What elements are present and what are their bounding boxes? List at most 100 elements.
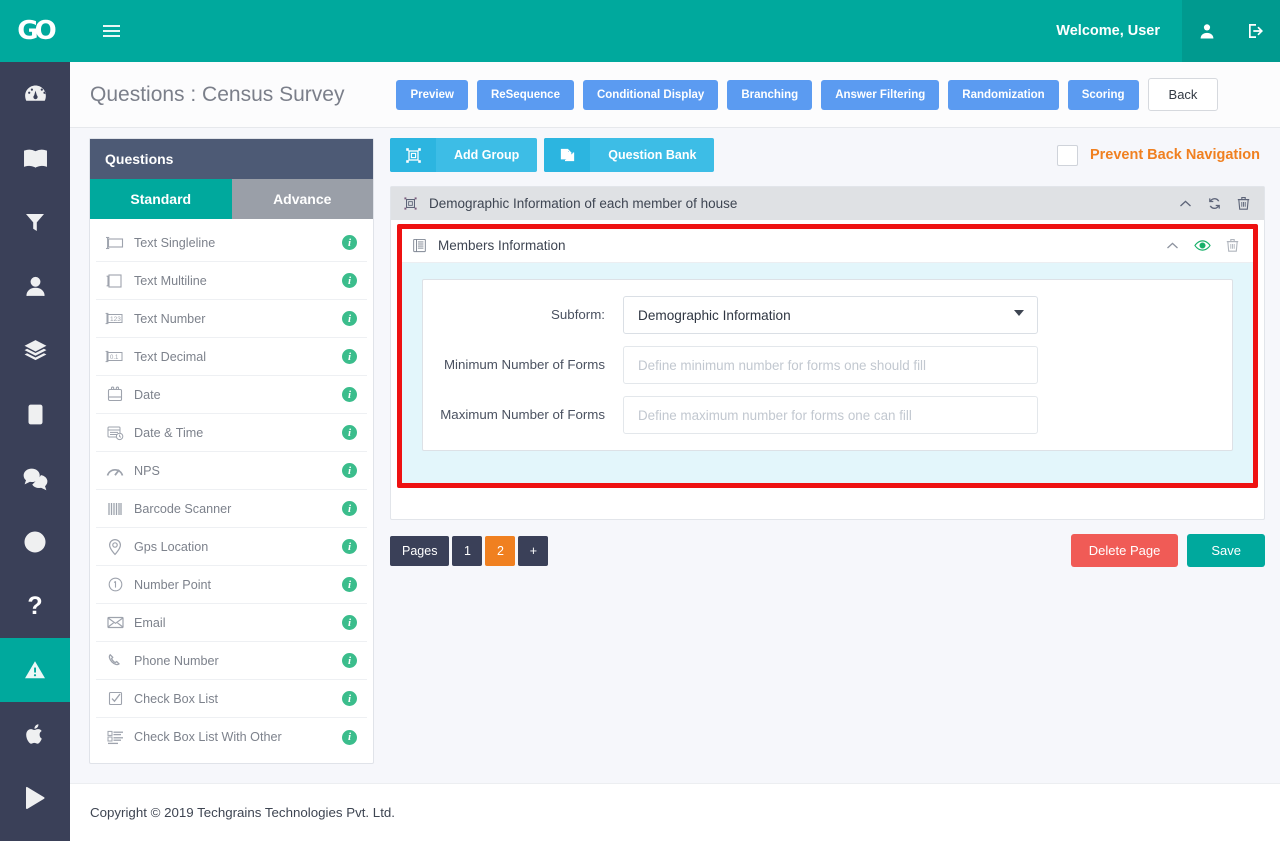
prevent-back-navigation-label: Prevent Back Navigation: [1089, 147, 1260, 163]
info-icon[interactable]: i: [342, 463, 357, 478]
list-item-number-point[interactable]: Number Point i: [96, 566, 367, 604]
info-icon[interactable]: i: [342, 615, 357, 630]
save-button[interactable]: Save: [1187, 534, 1265, 567]
page-header: Questions : Census Survey Preview ReSequ…: [70, 62, 1280, 128]
info-icon[interactable]: i: [342, 539, 357, 554]
add-group-button[interactable]: Add Group: [390, 138, 538, 172]
group-frame-icon: [390, 138, 436, 172]
checkbox-icon: [100, 690, 130, 707]
info-icon[interactable]: i: [342, 691, 357, 706]
user-icon[interactable]: [1182, 0, 1231, 62]
subform-block-body: Subform: Demographic Information Minimum…: [402, 263, 1253, 483]
trash-icon[interactable]: [1237, 196, 1250, 211]
list-item-check-box-list-with-other[interactable]: Check Box List With Other i: [96, 718, 367, 756]
list-item-date-time[interactable]: Date & Time i: [96, 414, 367, 452]
subform-select-value: Demographic Information: [638, 307, 791, 323]
number-point-icon: [100, 576, 130, 593]
list-item-text-decimal[interactable]: 0.1 Text Decimal i: [96, 338, 367, 376]
list-item-text-number[interactable]: 123 Text Number i: [96, 300, 367, 338]
info-icon[interactable]: i: [342, 653, 357, 668]
preview-button[interactable]: Preview: [396, 79, 468, 110]
logout-icon[interactable]: [1231, 0, 1280, 62]
question-mark-icon: ?: [27, 591, 43, 620]
randomization-button[interactable]: Randomization: [948, 79, 1059, 110]
scoring-button[interactable]: Scoring: [1067, 79, 1139, 110]
questions-tabs: Standard Advance: [90, 179, 373, 219]
collapse-chevron-icon[interactable]: [1179, 199, 1192, 209]
eye-icon[interactable]: [1194, 239, 1211, 252]
tab-standard[interactable]: Standard: [90, 179, 232, 219]
pager-page-2[interactable]: 2: [485, 535, 516, 566]
form-row-maximum-forms: Maximum Number of Forms: [423, 396, 1216, 434]
prevent-back-navigation-checkbox[interactable]: [1056, 144, 1078, 166]
list-item-check-box-list[interactable]: Check Box List i: [96, 680, 367, 718]
tab-advance[interactable]: Advance: [231, 179, 373, 219]
info-icon[interactable]: i: [342, 235, 357, 250]
info-icon[interactable]: i: [342, 387, 357, 402]
list-item-phone-number[interactable]: Phone Number i: [96, 642, 367, 680]
list-item-label: Date: [134, 387, 161, 402]
app-logo[interactable]: GO: [0, 0, 70, 62]
info-icon[interactable]: i: [342, 311, 357, 326]
page-action-buttons: Preview ReSequence Conditional Display B…: [344, 78, 1219, 111]
form-row-minimum-forms: Minimum Number of Forms: [423, 346, 1216, 384]
back-button[interactable]: Back: [1147, 78, 1219, 111]
trash-icon[interactable]: [1226, 238, 1239, 253]
question-bank-button[interactable]: Question Bank: [544, 138, 715, 172]
list-item-text-singleline[interactable]: Text Singleline i: [96, 224, 367, 262]
info-icon[interactable]: i: [342, 577, 357, 592]
info-icon[interactable]: i: [342, 425, 357, 440]
rail-item-book[interactable]: [0, 126, 70, 190]
list-item-nps[interactable]: NPS i: [96, 452, 367, 490]
subform-block-header[interactable]: Members Information: [402, 229, 1253, 263]
pager-add-page-button[interactable]: +: [518, 535, 549, 566]
info-icon[interactable]: i: [342, 729, 357, 745]
list-item-gps-location[interactable]: Gps Location i: [96, 528, 367, 566]
chevron-down-icon: [1014, 310, 1024, 316]
rail-item-apple[interactable]: [0, 702, 70, 766]
group-card: Demographic Information of each member o…: [390, 186, 1265, 520]
branching-button[interactable]: Branching: [727, 79, 813, 110]
list-item-label: Text Multiline: [134, 273, 207, 288]
rail-item-layers[interactable]: [0, 318, 70, 382]
question-type-list: Text Singleline i Text Multiline i 123 T…: [90, 219, 373, 763]
list-item-label: Check Box List: [134, 691, 218, 706]
rail-item-alerts[interactable]: [0, 638, 70, 702]
list-item-text-multiline[interactable]: Text Multiline i: [96, 262, 367, 300]
rail-item-chat[interactable]: [0, 446, 70, 510]
rail-item-lifebuoy[interactable]: [0, 510, 70, 574]
conditional-display-button[interactable]: Conditional Display: [582, 79, 719, 110]
info-icon[interactable]: i: [342, 349, 357, 364]
minimum-forms-input[interactable]: [623, 346, 1038, 384]
minimum-forms-label: Minimum Number of Forms: [443, 357, 605, 372]
hamburger-icon[interactable]: [90, 0, 132, 62]
rail-item-help[interactable]: ?: [0, 574, 70, 638]
answer-filtering-button[interactable]: Answer Filtering: [821, 79, 940, 110]
collapse-chevron-icon[interactable]: [1166, 241, 1179, 251]
list-item-barcode-scanner[interactable]: Barcode Scanner i: [96, 490, 367, 528]
add-group-label: Add Group: [454, 148, 520, 162]
resequence-button[interactable]: ReSequence: [476, 79, 574, 110]
refresh-icon[interactable]: [1207, 196, 1222, 211]
subform-select[interactable]: Demographic Information: [623, 296, 1038, 334]
pager-page-1[interactable]: 1: [452, 535, 483, 566]
rail-item-playstore[interactable]: [0, 766, 70, 830]
minimum-forms-wrap: [623, 346, 1038, 384]
info-icon[interactable]: i: [342, 273, 357, 288]
maximum-forms-label: Maximum Number of Forms: [440, 407, 605, 422]
rail-item-tablet[interactable]: [0, 382, 70, 446]
bottom-action-row: Pages 1 2 + Delete Page Save: [390, 534, 1265, 567]
delete-page-button[interactable]: Delete Page: [1070, 534, 1179, 567]
maximum-forms-input[interactable]: [623, 396, 1038, 434]
info-icon[interactable]: i: [342, 501, 357, 516]
logo-glyph: GO: [17, 16, 57, 46]
rail-item-user[interactable]: [0, 254, 70, 318]
list-item-email[interactable]: Email i: [96, 604, 367, 642]
rail-item-dashboard[interactable]: [0, 62, 70, 126]
copyright-text: Copyright © 2019 Techgrains Technologies…: [90, 805, 395, 820]
svg-text:0.1: 0.1: [110, 355, 119, 361]
calendar-icon: [100, 386, 130, 403]
list-item-date[interactable]: Date i: [96, 376, 367, 414]
rail-item-filter[interactable]: [0, 190, 70, 254]
group-header[interactable]: Demographic Information of each member o…: [391, 187, 1264, 220]
